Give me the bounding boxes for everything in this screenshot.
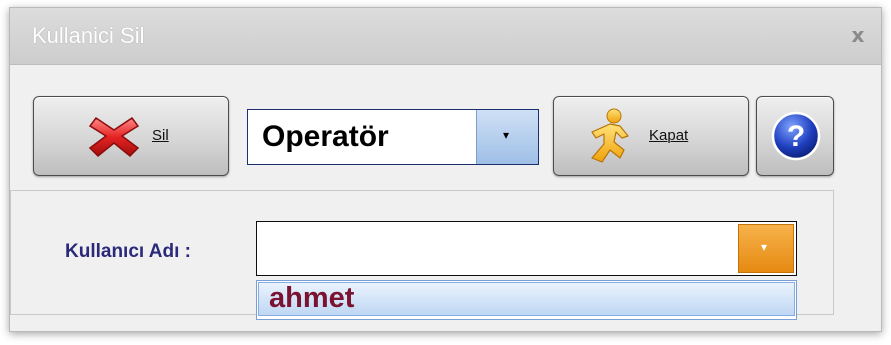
username-dropdown-button[interactable]: ▾ [738, 224, 794, 273]
help-glyph: ? [787, 120, 805, 153]
role-select-value: Operatör [262, 120, 389, 153]
dropdown-item-label: ahmet [269, 282, 355, 314]
delete-button-label: Sil [152, 127, 169, 144]
chevron-down-icon: ▾ [503, 128, 510, 142]
help-button[interactable]: ? [756, 96, 834, 176]
dropdown-item-ahmet[interactable]: ahmet [258, 282, 795, 316]
chevron-down-icon: ▾ [761, 240, 768, 254]
help-icon: ? [771, 111, 821, 161]
running-man-icon [591, 108, 629, 163]
close-button[interactable]: Kapat [553, 96, 749, 176]
role-select-dropdown-button[interactable]: ▾ [476, 110, 538, 164]
role-select[interactable]: Operatör ▾ [247, 109, 539, 165]
title-bar[interactable]: Kullanici Sil x [10, 8, 881, 65]
username-label: Kullanıcı Adı : [65, 241, 191, 262]
close-button-label: Kapat [649, 127, 689, 144]
username-dropdown-list: ahmet [256, 280, 797, 320]
delete-button[interactable]: Sil [33, 96, 229, 176]
red-x-icon [88, 116, 140, 158]
username-combobox[interactable]: ▾ [256, 221, 797, 276]
window-close-button[interactable]: x [845, 22, 871, 48]
window-title: Kullanici Sil [32, 23, 145, 48]
